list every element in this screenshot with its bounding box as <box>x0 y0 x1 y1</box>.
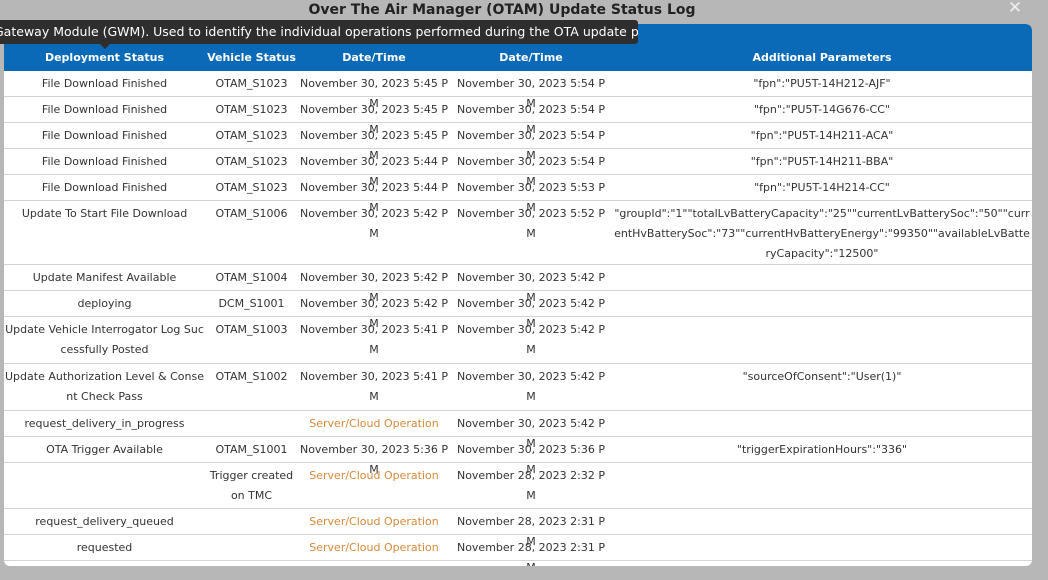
column-header-datetime-2[interactable]: Date/Time <box>454 48 608 68</box>
datetime-cell: November 28, 2023 2:32 PM <box>456 469 606 502</box>
table-row: File Download Finished OTAM_S1023 November… <box>4 149 1032 188</box>
table-row: Update Vehicle Interrogator Log Successf… <box>4 317 1032 364</box>
vehicle-status-cell <box>206 535 297 538</box>
additional-parameters-cell <box>613 291 1031 294</box>
datetime-cell: Server/Cloud Operation <box>309 541 439 554</box>
datetime-cell: November 28, 2023 2:31 PM <box>456 541 606 566</box>
tooltip-text: Gateway Module (GWM). Used to identify t… <box>0 24 638 39</box>
table-row: File Download Finished OTAM_S1023 November… <box>4 123 1032 162</box>
vehicle-status-cell: OTAM_S1023 <box>215 77 288 90</box>
vehicle-status-cell: OTAM_S1006 <box>215 207 288 220</box>
deployment-status-cell: deploying <box>77 297 132 310</box>
deployment-status-cell: OTA Trigger Available <box>46 443 163 456</box>
additional-parameters-cell <box>613 265 1031 268</box>
deployment-status-cell <box>4 463 205 466</box>
table-row: deploying DCM_S1001 November 30, 2023 5:42… <box>4 291 1032 330</box>
datetime-cell: Server/Cloud Operation <box>309 469 439 482</box>
column-header-vehicle-status[interactable]: Vehicle Status <box>206 48 297 68</box>
table-row: Update Manifest Available OTAM_S1004 Novem… <box>4 265 1032 304</box>
datetime-cell: November 30, 2023 5:42 PM <box>456 370 606 403</box>
vehicle-status-cell: OTAM_S1023 <box>215 129 288 142</box>
additional-parameters-cell: "fpn":"PU5T-14H211-BBA" <box>750 155 894 168</box>
tooltip-arrow <box>100 44 110 49</box>
additional-parameters-cell: "fpn":"PU5T-14H211-ACA" <box>750 129 894 142</box>
vehicle-status-cell: OTAM_S1023 <box>215 103 288 116</box>
vehicle-status-cell: OTAM_S1003 <box>215 323 288 336</box>
deployment-status-cell: Update Manifest Available <box>32 271 177 284</box>
deployment-status-cell: requested <box>76 541 133 554</box>
vehicle-status-cell: DCM_S1001 <box>218 297 285 310</box>
additional-parameters-cell <box>613 463 1031 466</box>
additional-parameters-cell: "sourceOfConsent":"User(1)" <box>742 370 902 383</box>
vehicle-status-cell: OTAM_S1023 <box>215 181 288 194</box>
datetime-cell: November 30, 2023 5:52 PM <box>456 207 606 240</box>
datetime-cell: November 30, 2023 5:42 PM <box>299 207 449 240</box>
deployment-status-cell: File Download Finished <box>41 181 168 194</box>
deployment-status-cell: Update Authorization Level & Consent Che… <box>5 370 204 403</box>
additional-parameters-cell: "fpn":"PU5T-14H212-AJF" <box>753 77 891 90</box>
datetime-cell: Server/Cloud Operation <box>309 515 439 528</box>
additional-parameters-cell: "triggerExpirationHours":"336" <box>736 443 908 456</box>
vehicle-status-cell: Trigger created on TMC <box>209 469 294 502</box>
vehicle-status-cell: OTAM_S1001 <box>215 443 288 456</box>
table-row: request_delivery_in_progress Server/Cloud… <box>4 411 1032 450</box>
table-row: File Download Finished OTAM_S1023 November… <box>4 97 1032 136</box>
deployment-status-cell: request_delivery_queued <box>35 515 174 528</box>
vehicle-status-cell <box>206 509 297 512</box>
datetime-cell: November 30, 2023 5:41 PM <box>299 323 449 356</box>
table-row: requested Server/Cloud Operation November … <box>4 535 1032 566</box>
vehicle-status-cell: OTAM_S1023 <box>215 155 288 168</box>
table-row: request_delivery_queued Server/Cloud Oper… <box>4 509 1032 548</box>
table-row: File Download Finished OTAM_S1023 November… <box>4 175 1032 214</box>
additional-parameters-cell <box>613 317 1031 320</box>
additional-parameters-cell: "groupId":"1""totalLvBatteryCapacity":"2… <box>614 207 1030 260</box>
datetime-cell: Server/Cloud Operation <box>309 417 439 430</box>
table-row: Update To Start File Download OTAM_S1006 N… <box>4 201 1032 265</box>
close-icon[interactable]: ✕ <box>1006 0 1024 17</box>
column-header-deployment-status[interactable]: Deployment Status <box>4 48 205 68</box>
tooltip: Gateway Module (GWM). Used to identify t… <box>0 20 638 44</box>
datetime-cell: November 30, 2023 5:41 PM <box>299 370 449 403</box>
table-body: File Download Finished OTAM_S1023 November… <box>4 71 1032 566</box>
column-header-datetime-1[interactable]: Date/Time <box>297 48 451 68</box>
dialog-title: Over The Air Manager (OTAM) Update Statu… <box>308 2 696 18</box>
datetime-cell: November 30, 2023 5:42 PM <box>456 323 606 356</box>
vehicle-status-cell: OTAM_S1002 <box>215 370 288 383</box>
deployment-status-cell: File Download Finished <box>41 103 168 116</box>
table-row: Trigger created on TMC Server/Cloud Opera… <box>4 463 1032 509</box>
additional-parameters-cell: "fpn":"PU5T-14H214-CC" <box>754 181 890 194</box>
table-row: OTA Trigger Available OTAM_S1001 November … <box>4 437 1032 476</box>
deployment-status-cell: request_delivery_in_progress <box>24 417 185 430</box>
additional-parameters-cell <box>613 411 1031 414</box>
table-row: File Download Finished OTAM_S1023 November… <box>4 71 1032 110</box>
deployment-status-cell: File Download Finished <box>41 155 168 168</box>
deployment-status-cell: File Download Finished <box>41 129 168 142</box>
deployment-status-cell: Update Vehicle Interrogator Log Successf… <box>5 323 204 356</box>
additional-parameters-cell <box>613 509 1031 512</box>
status-log-panel: Deployment Status Vehicle Status Date/Ti… <box>4 24 1032 566</box>
additional-parameters-cell: "fpn":"PU5T-14G676-CC" <box>754 103 890 116</box>
vehicle-status-cell: OTAM_S1004 <box>215 271 288 284</box>
table-row: Update Authorization Level & Consent Che… <box>4 364 1032 411</box>
vehicle-status-cell <box>206 411 297 414</box>
deployment-status-cell: Update To Start File Download <box>21 207 188 220</box>
additional-parameters-cell <box>613 535 1031 538</box>
column-header-additional-parameters[interactable]: Additional Parameters <box>613 48 1031 68</box>
deployment-status-cell: File Download Finished <box>41 77 168 90</box>
